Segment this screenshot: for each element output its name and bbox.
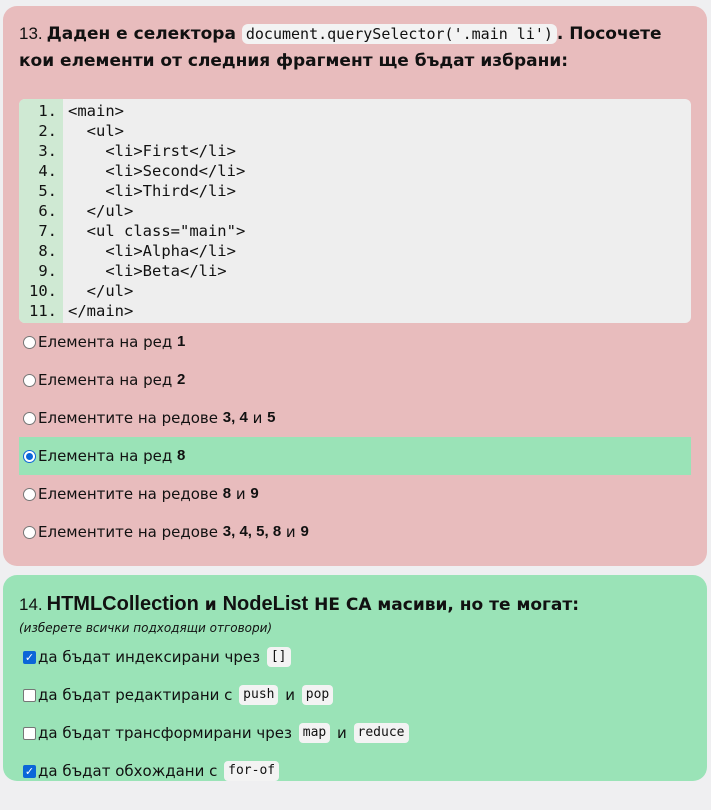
code-line: 9. <li>Beta</li> — [19, 261, 226, 281]
code-line: 11. </main> — [19, 301, 133, 321]
inline-code: push — [239, 685, 279, 705]
answer-options: Елемента на ред 1 Елемента на ред 2 Елемен… — [19, 323, 691, 551]
question-text: Даден е селектора — [46, 24, 236, 44]
line-number: 2. — [38, 122, 57, 140]
line-number: 5. — [38, 182, 57, 200]
question-13-title: 13. Даден е селектора document.querySelec… — [19, 6, 691, 75]
code-snippet: 1. <main> 2. <ul> 3. <li>First</li> 4. <li>S… — [19, 99, 691, 323]
option-text: Елемента на ред — [38, 447, 177, 465]
radio-icon[interactable] — [23, 411, 36, 425]
code-line: 2. <ul> — [19, 121, 124, 141]
option-number: 8 — [177, 447, 186, 464]
question-14-card: 14. HTMLCollection и NodeList НЕ СА масив… — [3, 575, 707, 781]
question-number: 13. — [19, 24, 43, 43]
line-number: 7. — [38, 222, 57, 240]
line-number: 8. — [38, 242, 57, 260]
checkbox-checked-icon[interactable]: ✓ — [23, 764, 36, 778]
option-text: Елементите на редове — [38, 523, 223, 541]
option-number: 8 — [222, 485, 232, 502]
code-text: <main> — [68, 102, 124, 120]
option-number: 3, 4, 5, 8 — [222, 523, 282, 540]
inline-code: for-of — [224, 761, 280, 781]
option-text: да бъдат обхождани с — [38, 762, 223, 780]
code-text: </ul> — [68, 202, 134, 220]
checkbox-option[interactable]: да бъдат редактирани с push и pop — [19, 676, 691, 714]
code-line: 4. <li>Second</li> — [19, 161, 245, 181]
option-number: 3, 4 — [222, 409, 248, 426]
option-connector: и — [247, 409, 268, 427]
radio-option[interactable]: Елементите на редове 3, 4 и 5 — [19, 399, 691, 437]
radio-option[interactable]: Елемента на ред 1 — [19, 323, 691, 361]
code-text: <li>Second</li> — [68, 162, 246, 180]
checkbox-options: ✓ да бъдат индексирани чрез [] да бъдат ре… — [19, 638, 691, 790]
option-text: Елементите на редове — [38, 409, 223, 427]
radio-icon[interactable] — [23, 335, 36, 349]
title-rest: НЕ СА масиви, но те могат: — [308, 595, 580, 615]
checkbox-option[interactable]: ✓ да бъдат обхождани с for-of — [19, 752, 691, 790]
code-text: </ul> — [68, 282, 134, 300]
option-text: Елемента на ред — [38, 371, 177, 389]
code-line: 7. <ul class="main"> — [19, 221, 245, 241]
line-number: 1. — [38, 102, 57, 120]
inline-code: pop — [301, 685, 334, 705]
option-number: 5 — [267, 409, 276, 426]
code-line: 10. </ul> — [19, 281, 133, 301]
line-number: 6. — [38, 202, 57, 220]
option-connector: и — [281, 523, 301, 541]
option-connector: и — [231, 485, 251, 503]
line-number: 10. — [29, 282, 57, 300]
question-13-card: 13. Даден е селектора document.querySelec… — [3, 6, 707, 566]
option-text: Елементите на редове — [38, 485, 223, 503]
checkbox-icon[interactable] — [23, 688, 36, 702]
radio-option[interactable]: Елемента на ред 8 — [19, 437, 691, 475]
inline-code: map — [298, 723, 331, 743]
code-line: 1. <main> — [19, 101, 124, 121]
option-number: 1 — [177, 333, 186, 350]
radio-icon[interactable] — [23, 373, 36, 387]
option-connector: и — [332, 724, 352, 742]
radio-option[interactable]: Елементите на редове 8 и 9 — [19, 475, 691, 513]
keyword-nodelist: NodeList — [222, 593, 309, 615]
code-text: </main> — [68, 302, 134, 320]
selector-code: document.querySelector('.main li') — [241, 24, 557, 44]
code-line: 5. <li>Third</li> — [19, 181, 236, 201]
option-text: Елемента на ред — [38, 333, 177, 351]
option-connector: и — [280, 686, 300, 704]
inline-code: reduce — [353, 723, 409, 743]
code-text: <li>Beta</li> — [68, 262, 227, 280]
option-number: 9 — [300, 523, 309, 540]
option-text: да бъдат редактирани с — [38, 686, 238, 704]
checkbox-icon[interactable] — [23, 726, 36, 740]
code-line: 6. </ul> — [19, 201, 133, 221]
radio-icon[interactable] — [23, 487, 36, 501]
question-14-title: 14. HTMLCollection и NodeList НЕ СА масив… — [19, 575, 691, 619]
option-text: да бъдат трансформирани чрез — [38, 724, 297, 742]
question-number: 14. — [19, 595, 43, 614]
option-text: да бъдат индексирани чрез — [38, 648, 265, 666]
code-line: 8. <li>Alpha</li> — [19, 241, 236, 261]
radio-selected-icon[interactable] — [23, 449, 36, 463]
radio-option[interactable]: Елементите на редове 3, 4, 5, 8 и 9 — [19, 513, 691, 551]
checkbox-checked-icon[interactable]: ✓ — [23, 650, 36, 664]
code-text: <ul class="main"> — [68, 222, 246, 240]
instruction-hint: (изберете всички подходящи отговори) — [19, 621, 273, 635]
line-number: 9. — [38, 262, 57, 280]
line-number: 4. — [38, 162, 57, 180]
option-number: 2 — [177, 371, 186, 388]
checkbox-option[interactable]: да бъдат трансформирани чрез map и reduc… — [19, 714, 691, 752]
radio-option[interactable]: Елемента на ред 2 — [19, 361, 691, 399]
line-number: 11. — [29, 302, 57, 320]
code-text: <li>Third</li> — [68, 182, 236, 200]
code-text: <li>First</li> — [68, 142, 236, 160]
code-text: <ul> — [68, 122, 124, 140]
line-number: 3. — [38, 142, 57, 160]
code-line: 3. <li>First</li> — [19, 141, 236, 161]
checkbox-option[interactable]: ✓ да бъдат индексирани чрез [] — [19, 638, 691, 676]
radio-icon[interactable] — [23, 525, 36, 539]
code-text: <li>Alpha</li> — [68, 242, 236, 260]
option-number: 9 — [250, 485, 259, 502]
title-connector: и — [198, 595, 223, 615]
inline-code: [] — [266, 647, 291, 667]
keyword-htmlcollection: HTMLCollection — [46, 593, 199, 615]
